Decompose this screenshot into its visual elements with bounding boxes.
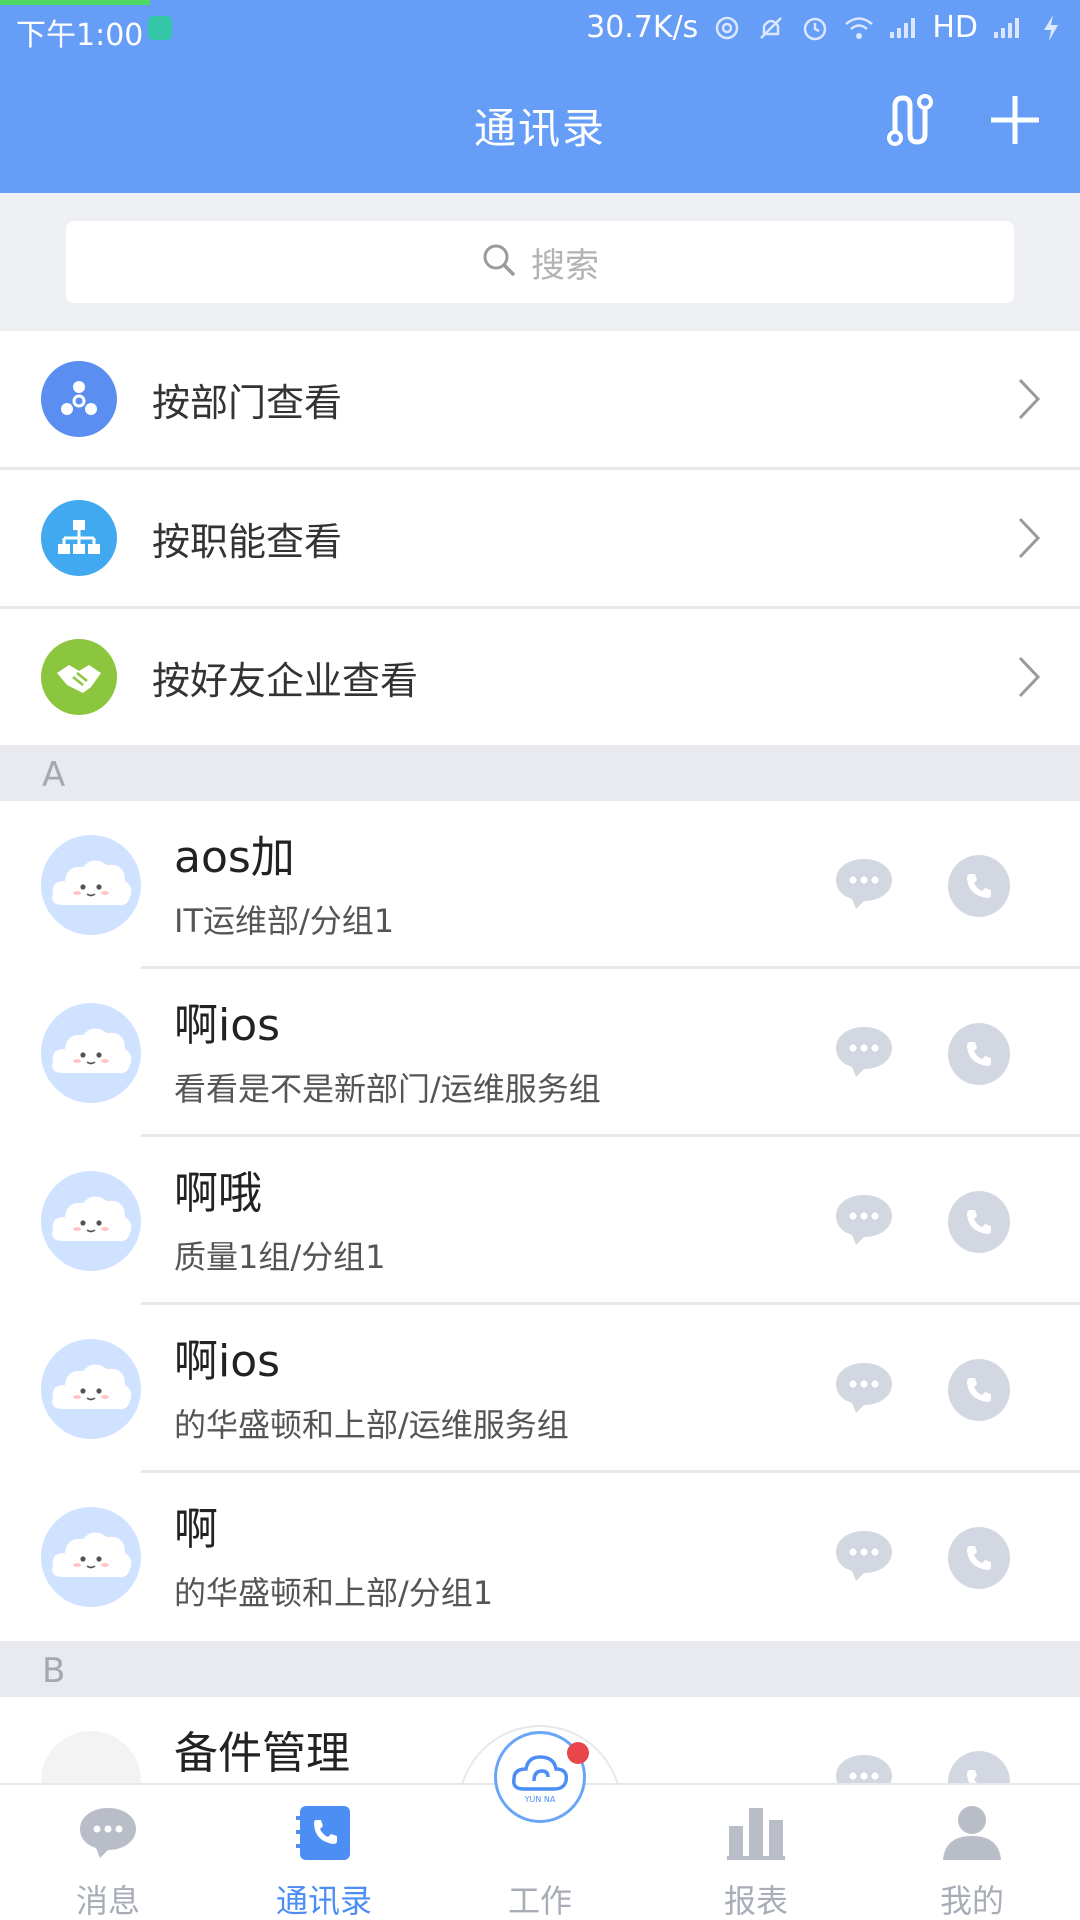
chevron-right-icon [1014,515,1044,561]
message-icon[interactable] [834,855,894,911]
contact-name: 啊 [174,1504,218,1555]
tab-label: 我的 [939,1882,1004,1920]
search-area: 搜索 [0,193,1080,331]
network-type: HD [932,10,978,45]
tab-label: 报表 [723,1882,788,1920]
search-icon [481,242,517,282]
cloud-avatar [41,1507,141,1607]
network-speed: 30.7K/s [586,10,699,45]
cloud-avatar [41,1003,141,1103]
section-letter: A [42,755,66,795]
signal-2-icon [992,13,1022,43]
charging-icon [1036,13,1066,43]
status-time: 下午1:00 [16,18,144,53]
category-function-row[interactable]: 按职能查看 [0,470,1080,606]
tab-label: 工作 [507,1882,572,1920]
contact-row[interactable]: 啊 的华盛顿和上部/分组1 [0,1473,1080,1641]
status-bar: 下午1:00 30.7K/s HD [0,0,1080,56]
route-icon [885,92,935,152]
contact-row[interactable]: 啊ios 的华盛顿和上部/运维服务组 [0,1305,1080,1473]
contact-department: 看看是不是新部门/运维服务组 [174,1070,601,1108]
cloud-avatar [41,1339,141,1439]
contact-row[interactable]: 啊哦 质量1组/分组1 [0,1137,1080,1305]
contact-department: 质量1组/分组1 [174,1238,386,1276]
contact-name: aos加 [174,832,295,883]
notification-badge [567,1742,589,1764]
phone-call-icon[interactable] [948,1359,1010,1421]
message-icon[interactable] [834,1527,894,1583]
contact-department: 的华盛顿和上部/分组1 [174,1574,494,1612]
tab-label: 通讯录 [275,1882,372,1920]
route-button[interactable] [880,92,940,152]
tab-contacts[interactable]: 通讯录 [216,1785,432,1920]
handshake-icon [41,639,117,715]
plus-icon [989,94,1041,150]
phone-call-icon[interactable] [948,855,1010,917]
logo-text: YUN NA [524,1794,556,1804]
section-letter: B [42,1651,66,1691]
category-label: 按职能查看 [152,519,343,564]
contacts-book-icon [292,1801,356,1862]
message-icon[interactable] [834,1191,894,1247]
section-header-a: A [0,745,1080,801]
search-placeholder: 搜索 [531,245,599,286]
add-button[interactable] [985,92,1045,152]
bar-chart-icon [724,1801,788,1862]
notification-app-icon [148,16,172,40]
tab-reports[interactable]: 报表 [648,1785,864,1920]
contact-department: IT运维部/分组1 [174,902,395,940]
contact-name: 啊ios [174,1336,281,1387]
contact-name: 啊哦 [174,1168,262,1219]
message-icon[interactable] [834,1023,894,1079]
search-input[interactable]: 搜索 [66,221,1014,303]
mute-icon [756,13,786,43]
yunna-cloud-icon [510,1751,570,1799]
hotspot-icon [712,13,742,43]
category-department-row[interactable]: 按部门查看 [0,331,1080,467]
contact-department: 的华盛顿和上部/运维服务组 [174,1406,569,1444]
chat-bubble-icon [76,1801,140,1862]
message-icon[interactable] [834,1359,894,1415]
phone-call-icon[interactable] [948,1527,1010,1589]
tab-messages[interactable]: 消息 [0,1785,216,1920]
tab-label: 消息 [75,1882,140,1920]
department-icon [41,361,117,437]
org-chart-icon [41,500,117,576]
cloud-avatar [41,1171,141,1271]
phone-call-icon[interactable] [948,1023,1010,1085]
contact-name: 备件管理 [174,1728,350,1779]
category-partner-row[interactable]: 按好友企业查看 [0,609,1080,745]
contact-row[interactable]: aos加 IT运维部/分组1 [0,801,1080,969]
contact-row[interactable]: 啊ios 看看是不是新部门/运维服务组 [0,969,1080,1137]
contact-name: 啊ios [174,1000,281,1051]
tab-me[interactable]: 我的 [864,1785,1080,1920]
section-header-b: B [0,1641,1080,1697]
cloud-avatar [41,835,141,935]
category-label: 按好友企业查看 [152,658,419,703]
person-icon [940,1801,1004,1862]
alarm-icon [800,13,830,43]
app-header: 下午1:00 30.7K/s HD 通讯录 [0,0,1080,193]
wifi-icon [844,13,874,43]
chevron-right-icon [1014,654,1044,700]
status-right-group: 30.7K/s HD [586,10,1066,45]
phone-call-icon[interactable] [948,1191,1010,1253]
signal-icon [888,13,918,43]
category-label: 按部门查看 [152,380,343,425]
chevron-right-icon [1014,376,1044,422]
